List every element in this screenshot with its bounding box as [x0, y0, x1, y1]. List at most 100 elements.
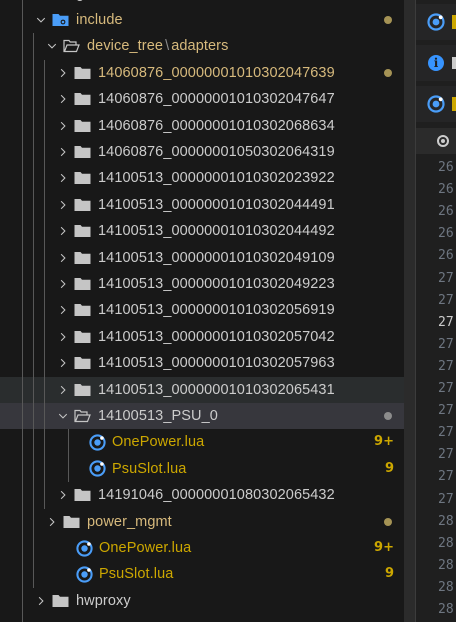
tree-item-label: 14060876_00000001010302068634 [98, 117, 335, 134]
folder-icon [74, 276, 92, 292]
tree-folder-row[interactable]: 14100513_PSU_0 [0, 403, 404, 429]
tree-folder-row[interactable]: 14100513_00000001010302057042 [0, 324, 404, 350]
tree-file-row[interactable]: PsuSlot.lua 9 [0, 561, 404, 587]
tree-row-partial[interactable]: g [0, 0, 404, 7]
tree-folder-row[interactable]: power_mgmt [0, 509, 404, 535]
tree-file-row[interactable]: OnePower.lua 9+ [0, 429, 404, 455]
line-number: 27 [438, 314, 454, 330]
folder-icon [52, 593, 70, 609]
modified-dot [384, 16, 392, 24]
folder-icon [52, 0, 70, 2]
folder-icon [74, 223, 92, 239]
tree-folder-row[interactable]: include [0, 7, 404, 33]
tree-file-row[interactable]: OnePower.lua 9+ [0, 535, 404, 561]
tree-folder-row[interactable]: 14100513_00000001010302049109 [0, 245, 404, 271]
problem-count-badge: 9+ [374, 434, 394, 450]
tree-item-label: 14100513_00000001010302049223 [98, 276, 335, 292]
tree-folder-row[interactable]: 14100513_00000001010302023922 [0, 165, 404, 191]
folder-icon [74, 197, 92, 213]
tree-item-label: 14100513_00000001010302065431 [98, 381, 335, 398]
indent-guide [68, 429, 69, 483]
tree-folder-row[interactable]: hwproxy [0, 588, 404, 614]
problem-count-badge: 9+ [374, 540, 394, 555]
chevron-down-icon[interactable] [55, 408, 71, 424]
lua-file-icon [75, 565, 93, 583]
tree-item-label: device_tree \ adapters [87, 38, 228, 54]
chevron-right-icon[interactable] [55, 118, 71, 134]
folder-icon [74, 382, 92, 398]
tree-item-label: 14191046_00000001080302065432 [98, 487, 335, 504]
chevron-right-icon[interactable] [33, 593, 49, 609]
line-number: 28 [438, 535, 454, 551]
line-number: 27 [438, 270, 454, 286]
chevron-right-icon[interactable] [55, 170, 71, 186]
folder-icon [74, 487, 92, 503]
line-number: 28 [438, 513, 454, 529]
folder-icon [63, 514, 81, 530]
tree-folder-row[interactable]: 14100513_00000001010302056919 [0, 297, 404, 323]
tree-folder-row[interactable]: device_tree \ adapters [0, 33, 404, 59]
record-icon [437, 135, 449, 147]
tree-folder-row[interactable]: 14060876_00000001010302047647 [0, 86, 404, 112]
chevron-right-icon [33, 0, 49, 2]
problem-notification[interactable] [416, 4, 456, 40]
indent-guide [22, 0, 23, 622]
tree-item-label: 14100513_00000001010302057963 [98, 355, 335, 372]
chevron-right-icon[interactable] [55, 197, 71, 213]
line-number: 27 [438, 469, 454, 485]
tree-folder-row[interactable]: 14060876_00000001010302068634 [0, 113, 404, 139]
tree-folder-row[interactable]: 14060876_00000001050302064319 [0, 139, 404, 165]
tree-folder-row[interactable]: 14100513_00000001010302065431 [0, 376, 404, 403]
chevron-right-icon[interactable] [55, 487, 71, 503]
tree-item-label: 14100513_00000001010302023922 [98, 170, 335, 187]
chevron-right-icon[interactable] [55, 223, 71, 239]
line-number: 27 [438, 381, 454, 396]
indent-guide [44, 59, 45, 509]
tree-item-label: 14100513_00000001010302056919 [98, 302, 335, 319]
chevron-right-icon[interactable] [55, 276, 71, 292]
line-number: 27 [438, 336, 454, 352]
line-number: 27 [438, 358, 454, 374]
tree-item-label: g [76, 0, 84, 2]
tree-folder-row[interactable]: 14100513_00000001010302044491 [0, 192, 404, 218]
info-icon: i [428, 55, 444, 71]
explorer-panel: g include device_tree\adapters 14060876_000… [0, 0, 404, 622]
tree-item-label: 14100513_00000001010302044491 [98, 196, 335, 213]
line-number: 26 [438, 160, 454, 175]
chevron-right-icon[interactable] [44, 514, 60, 530]
tree-item-label: 14060876_00000001050302064319 [98, 144, 335, 160]
problem-notification[interactable] [416, 86, 456, 122]
problem-notification[interactable]: i [416, 45, 456, 81]
tree-folder-row[interactable]: 14060876_0000000101030204763​9 [0, 60, 404, 86]
folder-icon [74, 170, 92, 186]
chevron-down-icon[interactable] [44, 38, 60, 54]
line-number: 26 [438, 226, 454, 242]
tree-folder-row[interactable]: 14191046_00000001080302065432 [0, 482, 404, 508]
chevron-right-icon[interactable] [55, 250, 71, 266]
chevron-right-icon[interactable] [55, 355, 71, 371]
line-number: 27 [438, 403, 454, 419]
lua-file-icon [427, 95, 445, 113]
tree-item-label: 14060876_0000000101030204763​9 [98, 64, 335, 81]
editor-tab[interactable] [416, 128, 456, 154]
chevron-down-icon[interactable] [33, 12, 49, 28]
chevron-right-icon[interactable] [55, 302, 71, 318]
folder-icon [74, 118, 92, 134]
chevron-right-icon[interactable] [55, 91, 71, 107]
folder-open-icon [63, 38, 81, 54]
chevron-right-icon[interactable] [55, 329, 71, 345]
tree-folder-row[interactable]: 14100513_00000001010302049223 [0, 271, 404, 297]
chevron-right-icon[interactable] [55, 382, 71, 398]
tree-folder-row[interactable]: 14100513_00000001010302057963 [0, 350, 404, 376]
chevron-right-icon[interactable] [55, 65, 71, 81]
line-number: 27 [438, 292, 454, 308]
tree-item-label: hwproxy [76, 592, 131, 609]
editor-area[interactable]: i 26 26 26 26 26 27 27 27 27 27 27 27 27 27 27 27 28 28 28 2… [416, 0, 456, 622]
chevron-right-icon[interactable] [55, 144, 71, 160]
tree-file-row[interactable]: PsuSlot.lua 9 [0, 456, 404, 482]
folder-icon [74, 91, 92, 107]
compact-path-part: adapters [171, 38, 229, 55]
line-number: 26 [438, 204, 454, 220]
tree-folder-row[interactable]: 14100513_00000001010302044492 [0, 218, 404, 244]
tree-item-label: 14100513_00000001010302049109 [98, 249, 335, 266]
